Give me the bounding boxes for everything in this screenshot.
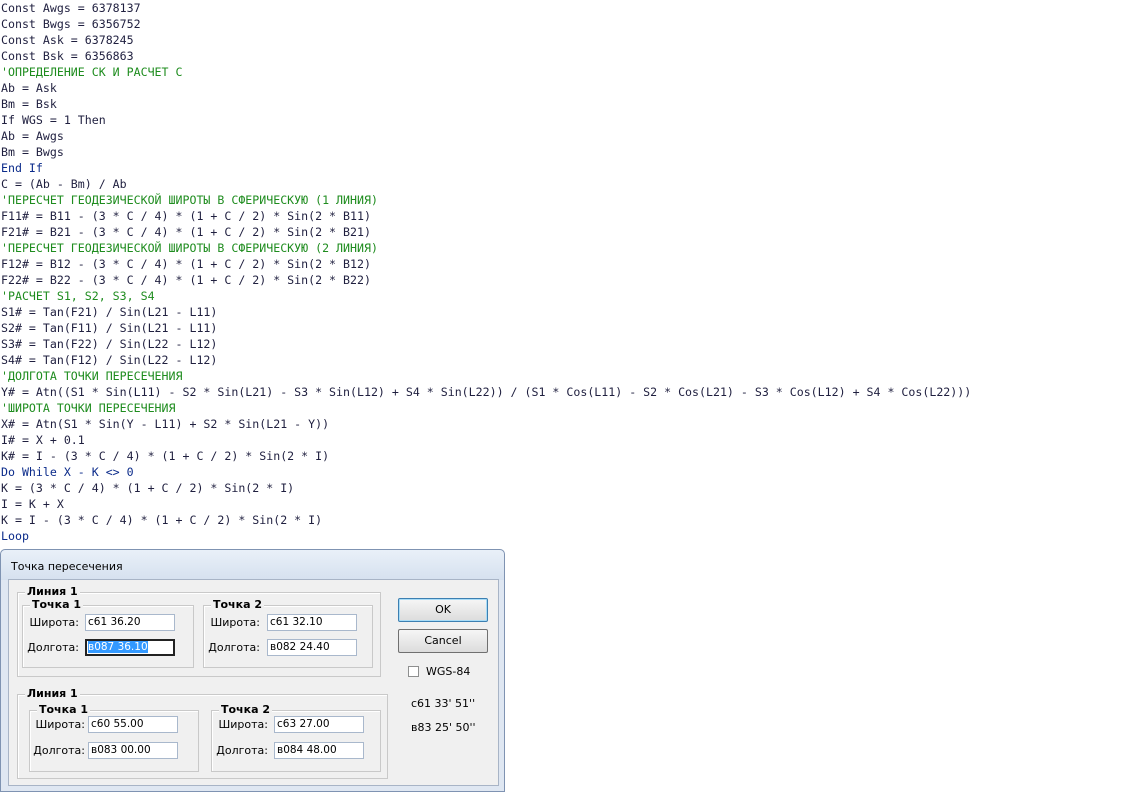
code-line: F22# = B22 - (3 * C / 4) * (1 + C / 2) *… xyxy=(1,273,371,287)
wgs84-label: WGS-84 xyxy=(426,665,471,678)
code-line: If WGS = 1 Then xyxy=(1,113,106,127)
dialog-titlebar[interactable]: Точка пересечения xyxy=(1,550,504,580)
line1-label: Линия 1 xyxy=(25,585,80,599)
line2-point2-lat-field[interactable]: с63 27.00 xyxy=(274,716,364,733)
line1-point2-lat-field[interactable]: с61 32.10 xyxy=(267,614,357,631)
result-latitude: с61 33' 51'' xyxy=(411,697,476,710)
code-line: S3# = Tan(F22) / Sin(L22 - L12) xyxy=(1,337,218,351)
code-line: C = (Ab - Bm) / Ab xyxy=(1,177,127,191)
line1-point2-lon-label: Долгота: xyxy=(208,641,260,654)
code-line: S4# = Tan(F12) / Sin(L22 - L12) xyxy=(1,353,218,367)
line2-point1-label: Точка 1 xyxy=(37,703,90,717)
line2-group: Линия 1 Точка 1 Широта: с60 55.00 Долгот… xyxy=(17,687,388,779)
cancel-button[interactable]: Cancel xyxy=(398,629,488,653)
line2-point2-lat-label: Широта: xyxy=(218,718,268,731)
line1-point1-lat-field[interactable]: с61 36.20 xyxy=(85,614,175,631)
code-line: K = (3 * C / 4) * (1 + C / 2) * Sin(2 * … xyxy=(1,481,295,495)
code-line: Const Bwgs = 6356752 xyxy=(1,17,141,31)
code-line: F11# = B11 - (3 * C / 4) * (1 + C / 2) *… xyxy=(1,209,371,223)
code-line: Ab = Ask xyxy=(1,81,57,95)
line2-point1-lon-field[interactable]: в083 00.00 xyxy=(88,742,178,759)
code-line: Bm = Bsk xyxy=(1,97,57,111)
code-comment-line: 'ОПРЕДЕЛЕНИЕ СК И РАСЧЕТ С xyxy=(1,65,183,79)
code-line: K# = I - (3 * C / 4) * (1 + C / 2) * Sin… xyxy=(1,449,330,463)
code-editor[interactable]: Const Awgs = 6378137 Const Bwgs = 6356752… xyxy=(1,0,971,544)
code-line: Bm = Bwgs xyxy=(1,145,64,159)
code-line: Const Ask = 6378245 xyxy=(1,33,134,47)
line2-point2-lon-label: Долгота: xyxy=(216,744,268,757)
code-comment-line: 'РАСЧЕТ S1, S2, S3, S4 xyxy=(1,289,155,303)
dialog-client-area: Линия 1 Точка 1 Широта: с61 36.20 Долгот… xyxy=(8,579,499,786)
wgs84-checkbox[interactable] xyxy=(408,666,419,677)
result-longitude: в83 25' 50'' xyxy=(411,721,476,734)
line2-point1-group: Точка 1 Широта: с60 55.00 Долгота: в083 … xyxy=(29,703,199,772)
line2-point1-lat-label: Широта: xyxy=(35,718,85,731)
ok-button[interactable]: OK xyxy=(398,598,488,622)
code-comment-line: 'ШИРОТА ТОЧКИ ПЕРЕСЕЧЕНИЯ xyxy=(1,401,176,415)
code-line: Ab = Awgs xyxy=(1,129,64,143)
line2-label: Линия 1 xyxy=(25,687,80,701)
line1-point1-lon-label: Долгота: xyxy=(27,641,79,654)
line2-point1-lat-field[interactable]: с60 55.00 xyxy=(88,716,178,733)
code-line: F21# = B21 - (3 * C / 4) * (1 + C / 2) *… xyxy=(1,225,371,239)
dialog-title: Точка пересечения xyxy=(11,560,123,573)
line2-point1-lon-label: Долгота: xyxy=(33,744,85,757)
line1-point2-label: Точка 2 xyxy=(211,598,264,612)
code-line: K = I - (3 * C / 4) * (1 + C / 2) * Sin(… xyxy=(1,513,323,527)
line1-point1-lat-label: Широта: xyxy=(29,616,79,629)
line1-point1-lon-field[interactable]: в087 36.10 xyxy=(85,639,175,656)
code-comment-line: 'ПЕРЕСЧЕТ ГЕОДЕЗИЧЕСКОЙ ШИРОТЫ В СФЕРИЧЕ… xyxy=(1,241,378,255)
code-line: Y# = Atn((S1 * Sin(L11) - S2 * Sin(L21) … xyxy=(1,385,972,399)
code-line: Loop xyxy=(1,529,29,543)
line1-point2-lon-field[interactable]: в082 24.40 xyxy=(267,639,357,656)
code-line: I = K + X xyxy=(1,497,64,511)
code-line: Const Bsk = 6356863 xyxy=(1,49,134,63)
code-line: F12# = B12 - (3 * C / 4) * (1 + C / 2) *… xyxy=(1,257,371,271)
line1-point2-group: Точка 2 Широта: с61 32.10 Долгота: в082 … xyxy=(203,598,373,668)
code-line: End If xyxy=(1,161,43,175)
code-line: S2# = Tan(F11) / Sin(L21 - L11) xyxy=(1,321,218,335)
code-line: I# = X + 0.1 xyxy=(1,433,85,447)
code-line: Do While X - K <> 0 xyxy=(1,465,134,479)
code-line: X# = Atn(S1 * Sin(Y - L11) + S2 * Sin(L2… xyxy=(1,417,330,431)
line1-point1-group: Точка 1 Широта: с61 36.20 Долгота: в087 … xyxy=(22,598,194,668)
code-comment-line: 'ДОЛГОТА ТОЧКИ ПЕРЕСЕЧЕНИЯ xyxy=(1,369,183,383)
line1-group: Линия 1 Точка 1 Широта: с61 36.20 Долгот… xyxy=(17,585,381,677)
code-line: Const Awgs = 6378137 xyxy=(1,1,141,15)
code-line: S1# = Tan(F21) / Sin(L21 - L11) xyxy=(1,305,218,319)
line2-point2-group: Точка 2 Широта: с63 27.00 Долгота: в084 … xyxy=(211,703,381,772)
selected-text: в087 36.10 xyxy=(88,641,148,653)
line1-point1-label: Точка 1 xyxy=(30,598,83,612)
line1-point2-lat-label: Широта: xyxy=(210,616,260,629)
intersection-dialog: Точка пересечения Линия 1 Точка 1 Широта… xyxy=(0,549,505,792)
line2-point2-lon-field[interactable]: в084 48.00 xyxy=(274,742,364,759)
code-comment-line: 'ПЕРЕСЧЕТ ГЕОДЕЗИЧЕСКОЙ ШИРОТЫ В СФЕРИЧЕ… xyxy=(1,193,378,207)
line2-point2-label: Точка 2 xyxy=(219,703,272,717)
